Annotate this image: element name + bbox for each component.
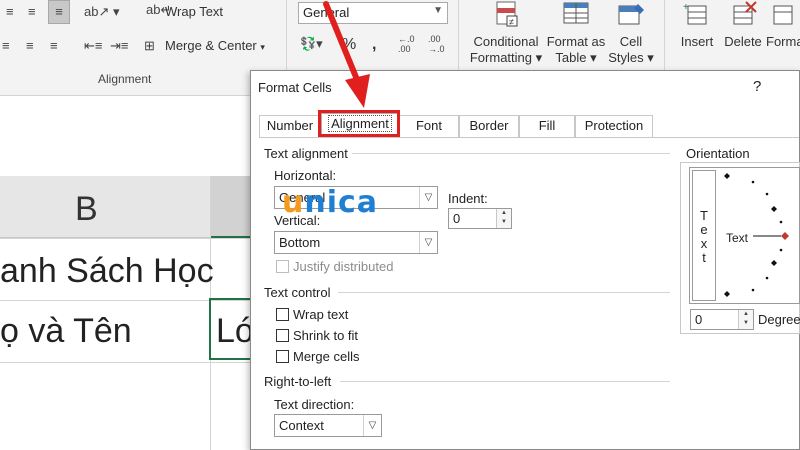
chevron-down-icon: ▼ xyxy=(433,5,443,16)
section-divider xyxy=(338,292,670,293)
wrap-text-label: Wrap text xyxy=(293,307,349,322)
chevron-down-icon: ▽ xyxy=(419,232,437,253)
conditional-formatting-label-2: Formatting ▾ xyxy=(469,50,543,65)
horizontal-label: Horizontal: xyxy=(274,168,337,183)
alignment-group-label: Alignment xyxy=(98,72,152,86)
align-bottom-icon[interactable]: ≡ xyxy=(48,0,70,24)
chevron-down-icon: ▽ xyxy=(419,187,437,208)
section-divider xyxy=(352,153,670,154)
cell-name-header[interactable]: ọ và Tên xyxy=(0,312,132,351)
format-label: Forma xyxy=(766,34,800,49)
svg-text:+: + xyxy=(683,2,689,13)
red-arrow-icon xyxy=(323,1,370,108)
format-as-table-icon xyxy=(563,2,589,24)
insert-button[interactable]: + Insert xyxy=(674,0,720,50)
help-button[interactable]: ? xyxy=(753,78,761,95)
decrease-indent-icon[interactable]: ⇤≡ xyxy=(84,38,102,54)
align-left-icon[interactable]: ≡ xyxy=(2,38,10,54)
justify-distributed-label: Justify distributed xyxy=(293,259,394,274)
justify-distributed-checkbox[interactable] xyxy=(276,260,289,273)
column-header-b[interactable]: B xyxy=(75,190,98,229)
format-cells-icon xyxy=(773,5,793,25)
merge-center-button[interactable]: Merge & Center ▾ xyxy=(165,38,265,53)
tab-divider xyxy=(259,137,799,138)
tab-font[interactable]: Font xyxy=(399,115,459,137)
vertical-text-sample: Text xyxy=(700,208,708,265)
insert-cells-icon: + xyxy=(683,2,707,25)
orientation-icon[interactable]: ab↗ ▾ xyxy=(84,4,120,20)
shrink-to-fit-checkbox[interactable] xyxy=(276,329,289,342)
tab-number[interactable]: Number xyxy=(259,115,321,137)
grid-line xyxy=(0,362,250,363)
align-center-icon[interactable]: ≡ xyxy=(26,38,34,54)
wrap-text-checkbox[interactable] xyxy=(276,308,289,321)
cell-styles-label-2: Styles ▾ xyxy=(608,50,654,65)
format-as-table-button[interactable]: Format as Table ▾ xyxy=(544,0,608,66)
vertical-select[interactable]: Bottom ▽ xyxy=(274,231,438,254)
cell-styles-label: Cell xyxy=(619,34,643,49)
tab-protection[interactable]: Protection xyxy=(575,115,653,137)
orientation-title: Orientation xyxy=(684,146,752,161)
column-header-selected[interactable] xyxy=(210,176,250,238)
text-alignment-title: Text alignment xyxy=(264,146,348,161)
merge-center-icon[interactable]: ⊞ xyxy=(144,38,155,54)
active-cell-border xyxy=(209,298,253,360)
unica-watermark-logo: unica xyxy=(282,185,379,220)
cell-title[interactable]: anh Sách Học xyxy=(0,252,214,291)
delete-label: Delete xyxy=(724,34,762,49)
format-as-table-label-2: Table ▾ xyxy=(555,50,597,65)
conditional-formatting-button[interactable]: ≠ Conditional Formatting ▾ xyxy=(466,0,546,66)
grid-line xyxy=(0,238,250,239)
degrees-label: Degree xyxy=(758,312,800,327)
format-as-table-label: Format as xyxy=(546,34,606,49)
shrink-to-fit-label: Shrink to fit xyxy=(293,328,359,343)
align-middle-icon[interactable]: ≡ xyxy=(28,4,36,20)
tab-border[interactable]: Border xyxy=(459,115,519,137)
horizontal-text-sample: Text xyxy=(726,231,749,245)
conditional-formatting-icon: ≠ xyxy=(496,1,518,27)
text-control-title: Text control xyxy=(264,285,331,300)
indent-label: Indent: xyxy=(448,191,488,206)
increase-indent-icon[interactable]: ⇥≡ xyxy=(110,38,128,54)
insert-label: Insert xyxy=(680,34,714,49)
cell-styles-icon xyxy=(618,4,644,25)
merge-cells-checkbox[interactable] xyxy=(276,350,289,363)
delete-cells-icon xyxy=(733,1,757,25)
highlight-box-alignment-tab xyxy=(318,110,400,137)
section-divider xyxy=(340,381,670,382)
merge-cells-label: Merge cells xyxy=(293,349,360,364)
chevron-down-icon: ▽ xyxy=(363,415,381,436)
conditional-formatting-label: Conditional xyxy=(473,34,539,49)
format-button[interactable]: Forma xyxy=(766,0,800,50)
spin-arrows-icon[interactable]: ▲ ▼ xyxy=(738,310,753,329)
degrees-stepper[interactable]: 0 ▲ ▼ xyxy=(690,309,754,330)
align-top-icon[interactable]: ≡ xyxy=(6,4,14,20)
increase-decimal-icon[interactable]: ←.0 .00 xyxy=(398,34,415,54)
text-direction-label: Text direction: xyxy=(274,397,355,412)
cell-styles-button[interactable]: Cell Styles ▾ xyxy=(608,0,654,66)
indent-stepper[interactable]: 0 ▲ ▼ xyxy=(448,208,512,229)
tab-fill[interactable]: Fill xyxy=(519,115,575,137)
decrease-decimal-icon[interactable]: .00 →.0 xyxy=(428,34,445,54)
text-direction-select[interactable]: Context ▽ xyxy=(274,414,382,437)
wrap-text-button[interactable]: Wrap Text xyxy=(165,4,223,19)
svg-text:≠: ≠ xyxy=(509,17,514,27)
align-right-icon[interactable]: ≡ xyxy=(50,38,58,54)
delete-button[interactable]: Delete xyxy=(720,0,766,50)
right-to-left-title: Right-to-left xyxy=(264,374,332,389)
spin-arrows-icon[interactable]: ▲ ▼ xyxy=(496,209,511,228)
